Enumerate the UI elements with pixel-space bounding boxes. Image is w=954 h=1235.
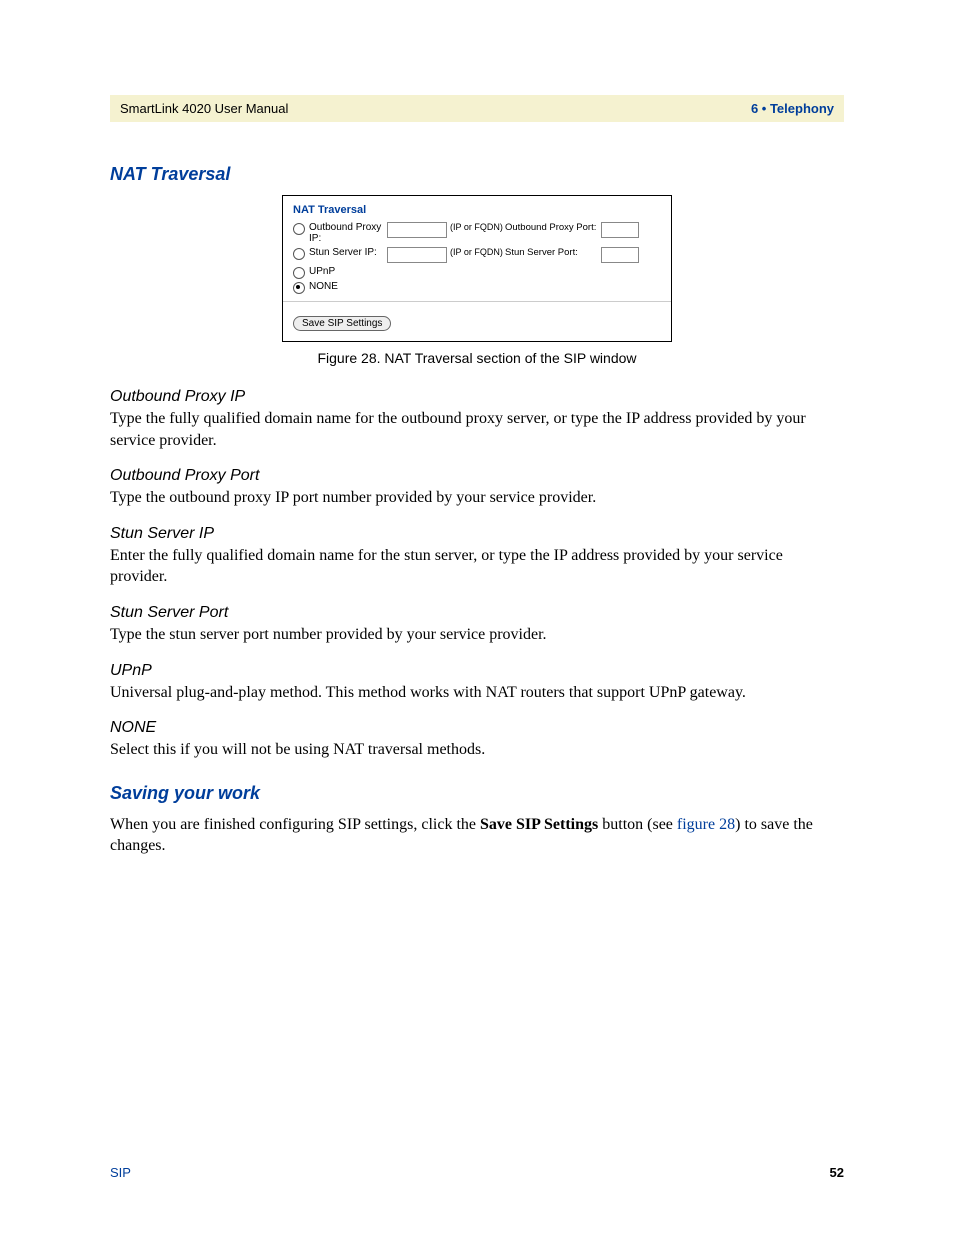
- subheading-outbound-proxy-port: Outbound Proxy Port: [110, 467, 844, 485]
- hint-ip-fqdn-1: (IP or FQDN): [450, 222, 503, 232]
- text-outbound-proxy-port: Type the outbound proxy IP port number p…: [110, 487, 844, 509]
- hint-ip-fqdn-2: (IP or FQDN): [450, 247, 503, 257]
- header-left: SmartLink 4020 User Manual: [120, 101, 288, 116]
- figure-row-outbound: Outbound Proxy IP: (IP or FQDN) Outbound…: [293, 222, 661, 244]
- page-header: SmartLink 4020 User Manual 6 • Telephony: [110, 95, 844, 122]
- text-stun-server-port: Type the stun server port number provide…: [110, 624, 844, 646]
- figure-screenshot: NAT Traversal Outbound Proxy IP: (IP or …: [282, 195, 672, 342]
- figure-row-none: NONE: [293, 281, 661, 293]
- input-outbound-proxy-ip[interactable]: [387, 222, 447, 238]
- input-outbound-port[interactable]: [601, 222, 639, 238]
- saving-text-bold: Save SIP Settings: [480, 816, 598, 833]
- label-none: NONE: [309, 281, 338, 292]
- section-heading-nat: NAT Traversal: [110, 164, 844, 185]
- radio-none[interactable]: [293, 282, 305, 294]
- label-upnp: UPnP: [309, 266, 335, 277]
- page: SmartLink 4020 User Manual 6 • Telephony…: [0, 0, 954, 1235]
- subheading-stun-server-port: Stun Server Port: [110, 604, 844, 622]
- subheading-none: NONE: [110, 719, 844, 737]
- figure-caption: Figure 28. NAT Traversal section of the …: [110, 350, 844, 366]
- text-upnp: Universal plug-and-play method. This met…: [110, 682, 844, 704]
- subheading-outbound-proxy-ip: Outbound Proxy IP: [110, 388, 844, 406]
- saving-text-mid: button (see: [598, 816, 677, 833]
- figure-mid-outbound: (IP or FQDN): [387, 222, 505, 238]
- figure-divider: [283, 301, 671, 302]
- saving-text-before: When you are finished configuring SIP se…: [110, 816, 480, 833]
- subheading-stun-server-ip: Stun Server IP: [110, 525, 844, 543]
- label-outbound-proxy: Outbound Proxy IP:: [309, 222, 387, 244]
- input-stun-server-ip[interactable]: [387, 247, 447, 263]
- figure-mid-stun: (IP or FQDN): [387, 247, 505, 263]
- input-stun-port[interactable]: [601, 247, 639, 263]
- save-sip-settings-button[interactable]: Save SIP Settings: [293, 316, 391, 331]
- label-stun-server: Stun Server IP:: [309, 247, 387, 258]
- section-heading-saving: Saving your work: [110, 783, 844, 804]
- header-right: 6 • Telephony: [751, 101, 834, 116]
- figure-inner-title: NAT Traversal: [293, 204, 661, 216]
- label-outbound-port: Outbound Proxy Port:: [505, 222, 601, 233]
- page-footer: SIP 52: [110, 1165, 844, 1180]
- text-none: Select this if you will not be using NAT…: [110, 739, 844, 761]
- link-figure-28[interactable]: figure 28: [677, 816, 735, 833]
- text-outbound-proxy-ip: Type the fully qualified domain name for…: [110, 408, 844, 451]
- radio-stun-server[interactable]: [293, 248, 305, 260]
- text-saving: When you are finished configuring SIP se…: [110, 814, 844, 857]
- footer-left: SIP: [110, 1165, 131, 1180]
- figure-row-stun: Stun Server IP: (IP or FQDN) Stun Server…: [293, 247, 661, 263]
- text-stun-server-ip: Enter the fully qualified domain name fo…: [110, 545, 844, 588]
- radio-upnp[interactable]: [293, 267, 305, 279]
- footer-page-number: 52: [830, 1165, 844, 1180]
- figure-row-upnp: UPnP: [293, 266, 661, 278]
- radio-outbound-proxy[interactable]: [293, 223, 305, 235]
- subheading-upnp: UPnP: [110, 662, 844, 680]
- label-stun-port: Stun Server Port:: [505, 247, 601, 258]
- figure-wrap: NAT Traversal Outbound Proxy IP: (IP or …: [110, 195, 844, 366]
